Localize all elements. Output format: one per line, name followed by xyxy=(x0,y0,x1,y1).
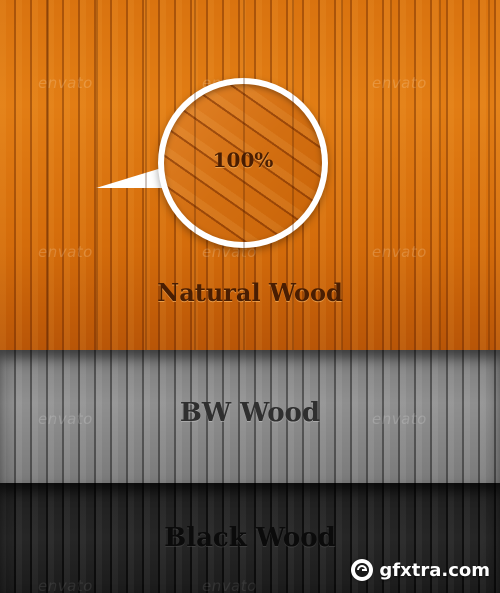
bubble-circle: 100% xyxy=(158,78,328,248)
bubble-wood-inset: 100% xyxy=(164,84,322,242)
gfxtra-logo-icon xyxy=(351,559,374,581)
wood-texture-preview: envato envato envato envato envato envat… xyxy=(0,0,500,593)
natural-wood-label: Natural Wood xyxy=(157,278,343,307)
bw-wood-label: BW Wood xyxy=(179,398,321,428)
watermark: envato xyxy=(372,74,427,92)
site-watermark: gfxtra.com xyxy=(351,557,490,583)
natural-wood-panel: envato envato envato envato envato envat… xyxy=(0,0,500,350)
watermark: envato xyxy=(372,243,427,261)
watermark: envato xyxy=(38,243,93,261)
watermark: envato xyxy=(38,577,93,593)
watermark: envato xyxy=(202,577,257,593)
black-wood-label: Black Wood xyxy=(164,523,336,553)
bubble-percentage: 100% xyxy=(212,148,274,172)
speech-bubble: 100% xyxy=(96,78,336,258)
watermark: envato xyxy=(38,74,93,92)
site-watermark-text: gfxtra.com xyxy=(379,559,490,581)
